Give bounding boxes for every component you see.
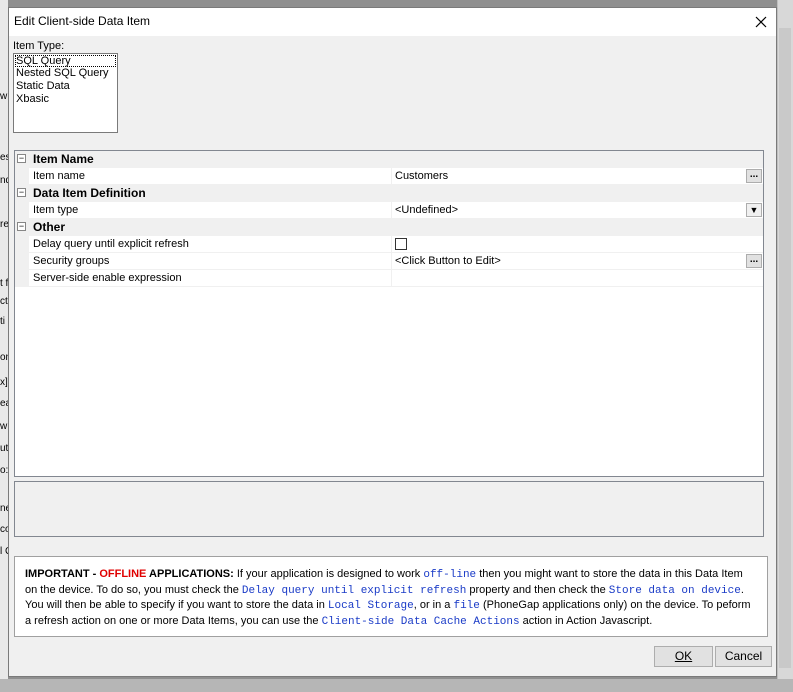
- item-type-option-xbasic[interactable]: Xbasic: [14, 93, 117, 106]
- background-fragment: x]: [0, 377, 8, 388]
- property-row-delay-query[interactable]: Delay query until explicit refresh: [15, 236, 763, 253]
- item-type-option-sql-query[interactable]: SQL Query: [15, 55, 116, 67]
- category-item-name[interactable]: − Item Name: [15, 151, 763, 168]
- property-row-server-side-expression[interactable]: Server-side enable expression: [15, 270, 763, 287]
- notice-code-off-line: off-line: [423, 569, 477, 581]
- delay-query-checkbox[interactable]: [395, 238, 407, 250]
- notice-code-delay-query: Delay query until explicit refresh: [241, 584, 467, 597]
- property-row-item-type[interactable]: Item type <Undefined> ▼: [15, 202, 763, 219]
- dialog-titlebar: Edit Client-side Data Item: [9, 8, 776, 36]
- property-label: Security groups: [33, 255, 110, 267]
- item-name-text: Customers: [395, 170, 449, 182]
- notice-code-local-storage: Local Storage: [327, 600, 414, 612]
- notice-text: If your application is designed to work: [233, 568, 424, 580]
- offline-notice: IMPORTANT - OFFLINE APPLICATIONS: If you…: [14, 556, 768, 637]
- notice-applications: APPLICATIONS:: [146, 568, 234, 580]
- property-label: Server-side enable expression: [33, 272, 182, 284]
- category-label: Data Item Definition: [33, 186, 146, 200]
- security-groups-ellipsis-button[interactable]: ...: [746, 254, 762, 268]
- property-label: Item type: [33, 204, 79, 216]
- ok-button[interactable]: OK: [654, 646, 713, 667]
- close-button[interactable]: [746, 8, 776, 36]
- notice-important: IMPORTANT -: [25, 568, 100, 580]
- item-type-label: Item Type:: [13, 40, 65, 52]
- collapse-icon[interactable]: −: [17, 222, 26, 231]
- row-gutter: [15, 253, 29, 269]
- item-type-text: <Undefined>: [395, 204, 458, 216]
- item-type-option-static-data[interactable]: Static Data: [14, 80, 117, 93]
- background-fragment: ti: [0, 316, 5, 327]
- category-label: Item Name: [33, 152, 94, 166]
- chevron-down-icon[interactable]: ▼: [746, 203, 762, 217]
- row-gutter: [15, 270, 29, 286]
- category-data-item-definition[interactable]: − Data Item Definition: [15, 185, 763, 202]
- property-row-item-name[interactable]: Item name Customers ...: [15, 168, 763, 185]
- property-row-security-groups[interactable]: Security groups <Click Button to Edit> .…: [15, 253, 763, 270]
- background-scrollbar: [779, 28, 791, 668]
- background-window-bottom: [0, 679, 793, 692]
- dialog-title: Edit Client-side Data Item: [14, 14, 151, 28]
- item-type-value[interactable]: <Undefined> ▼: [391, 202, 763, 218]
- row-gutter: [15, 202, 29, 218]
- background-window-left: [0, 0, 8, 692]
- edit-data-item-dialog: Edit Client-side Data Item Item Type: SQ…: [8, 7, 777, 677]
- collapse-icon[interactable]: −: [17, 188, 26, 197]
- notice-text: action in Action Javascript.: [519, 614, 653, 627]
- notice-text: , or in a: [413, 599, 454, 611]
- security-groups-value[interactable]: <Click Button to Edit> ...: [391, 253, 763, 269]
- background-fragment: w: [0, 91, 8, 102]
- server-side-expression-value[interactable]: [391, 270, 763, 286]
- category-other[interactable]: − Other: [15, 219, 763, 236]
- notice-code-store-data: Store data on device: [608, 584, 741, 597]
- ok-button-label: OK: [674, 649, 693, 663]
- property-label: Delay query until explicit refresh: [33, 238, 189, 250]
- delay-query-value[interactable]: [391, 236, 763, 252]
- collapse-icon[interactable]: −: [17, 154, 26, 163]
- property-grid: − Item Name Item name Customers ... − Da…: [14, 150, 764, 477]
- security-groups-text: <Click Button to Edit>: [395, 255, 501, 267]
- property-description-panel: [14, 481, 764, 537]
- notice-text: property and then check the: [466, 583, 609, 596]
- notice-code-cache-actions: Client-side Data Cache Actions: [321, 615, 520, 628]
- notice-offline: OFFLINE: [99, 568, 147, 580]
- item-type-listbox[interactable]: SQL Query Nested SQL Query Static Data X…: [13, 53, 118, 133]
- category-label: Other: [33, 220, 66, 234]
- row-gutter: [15, 168, 29, 184]
- background-fragment: ct: [0, 296, 8, 307]
- property-label: Item name: [33, 170, 85, 182]
- item-name-value[interactable]: Customers ...: [391, 168, 763, 184]
- close-icon: [755, 16, 767, 28]
- item-type-option-nested-sql-query[interactable]: Nested SQL Query: [14, 67, 117, 80]
- background-fragment: w: [0, 421, 8, 432]
- cancel-button[interactable]: Cancel: [715, 646, 772, 667]
- item-name-ellipsis-button[interactable]: ...: [746, 169, 762, 183]
- cancel-button-label: Cancel: [724, 649, 763, 663]
- notice-code-file: file: [453, 600, 480, 612]
- row-gutter: [15, 236, 29, 252]
